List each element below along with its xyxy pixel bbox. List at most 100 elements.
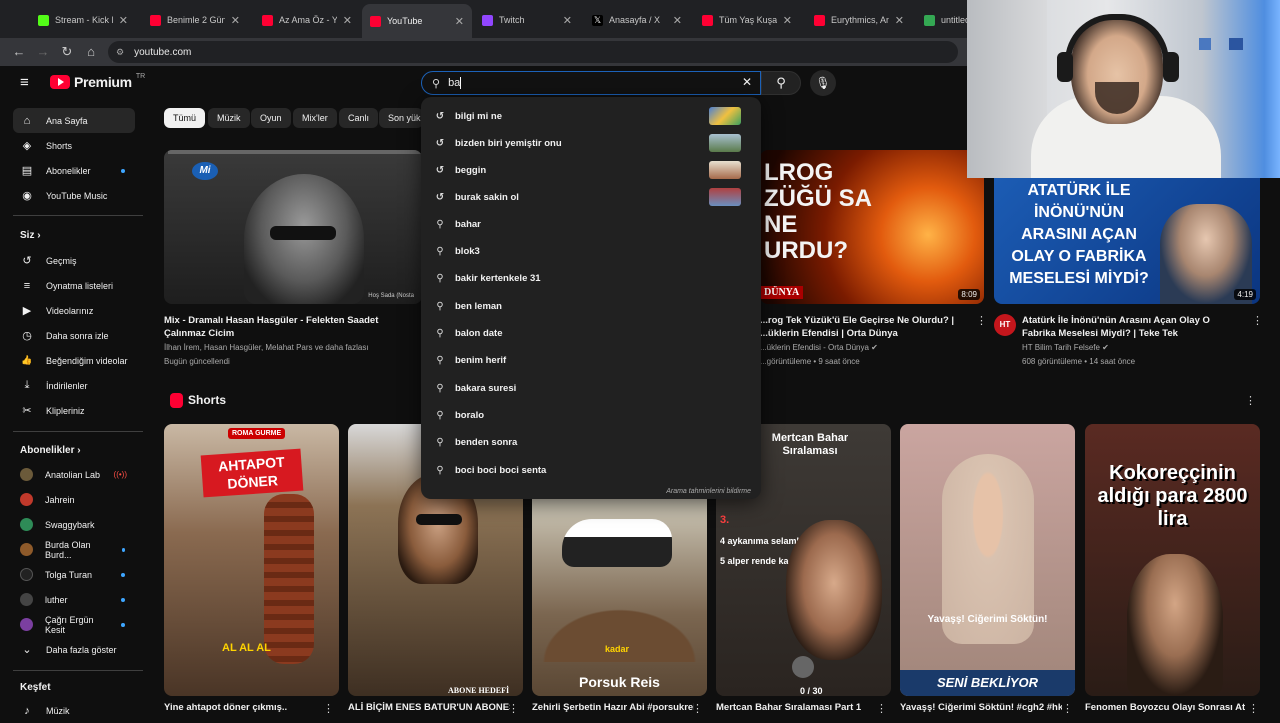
chip-recently-uploaded[interactable]: Son yükle <box>379 108 423 128</box>
suggestion-item[interactable]: ⚲ blok3 <box>421 238 761 265</box>
browser-tab[interactable]: Stream - Kick Dash✕ <box>30 6 136 34</box>
chip-mixes[interactable]: Mix'ler <box>293 108 337 128</box>
browser-tab-active[interactable]: YouTube ✕ <box>362 4 472 38</box>
video-thumbnail[interactable]: Mi Hoş Sada (Nosta <box>164 150 422 304</box>
browser-tab[interactable]: Az Ama Öz - YouT✕ <box>254 6 360 34</box>
more-options-icon[interactable]: ⋮ <box>1062 702 1073 715</box>
sidebar-item-subscriptions[interactable]: ▤ Abonelikler <box>13 158 135 183</box>
short-thumbnail[interactable]: Yavaşş! Ciğerimi Söktün! SENİ BEKLİYOR <box>900 424 1075 696</box>
sidebar-channel[interactable]: Çağrı Ergün Kesit <box>13 612 135 637</box>
short-thumbnail[interactable]: Kokoreççinin aldığı para 2800 lira <box>1085 424 1260 696</box>
more-options-icon[interactable]: ⋮ <box>508 702 519 715</box>
subscriptions-section-header[interactable]: Abonelikler › <box>20 445 81 456</box>
suggestion-item[interactable]: ⚲ boci boci boci senta <box>421 457 761 484</box>
short-title[interactable]: Yavaşş! Ciğerimi Söktün! #cgh2 #hkm #kom… <box>900 702 1062 713</box>
sidebar-item-music[interactable]: ♪ Müzik <box>13 698 135 723</box>
chip-all[interactable]: Tümü <box>164 108 206 128</box>
clear-search-icon[interactable]: ✕ <box>742 75 752 89</box>
sidebar-item-home[interactable]: ⌂ Ana Sayfa <box>13 108 135 133</box>
close-tab-icon[interactable]: ✕ <box>783 14 792 27</box>
sidebar-channel[interactable]: Tolga Turan <box>13 562 135 587</box>
site-info-icon[interactable]: ⚙ <box>116 47 124 58</box>
chip-gaming[interactable]: Oyun <box>251 108 291 128</box>
suggestion-item[interactable]: ⚲ balon date <box>421 320 761 347</box>
sidebar-item-watch-later[interactable]: ◷ Daha sonra izle <box>13 323 135 348</box>
channel-avatar <box>20 568 33 581</box>
browser-tab[interactable]: Benimle 2 Günlük✕ <box>142 6 248 34</box>
close-tab-icon[interactable]: ✕ <box>231 14 240 27</box>
close-tab-icon[interactable]: ✕ <box>673 14 682 27</box>
sidebar-channel[interactable]: luther <box>13 587 135 612</box>
more-options-icon[interactable]: ⋮ <box>876 702 887 715</box>
suggestion-item[interactable]: ↺ bilgi mi ne <box>421 103 761 130</box>
video-title[interactable]: ...rog Tek Yüzük'ü Ele Geçirse Ne Olurdu… <box>760 314 970 340</box>
suggestion-item[interactable]: ⚲ bakir kertenkele 31 <box>421 265 761 292</box>
sidebar-item-your-videos[interactable]: ▶ Videolarınız <box>13 298 135 323</box>
chip-live[interactable]: Canlı <box>339 108 379 128</box>
suggestion-item[interactable]: ⚲ boralo <box>421 402 761 429</box>
video-channel[interactable]: İlhan İrem, Hasan Hasgüler, Melahat Pars… <box>164 341 420 355</box>
sidebar-item-clips[interactable]: ✂ Klipleriniz <box>13 398 135 423</box>
close-tab-icon[interactable]: ✕ <box>895 14 904 27</box>
close-tab-icon[interactable]: ✕ <box>119 14 128 27</box>
browser-tab[interactable]: Tüm Yaş Kuşakları✕ <box>694 6 800 34</box>
home-browser-icon[interactable]: ⌂ <box>82 43 100 61</box>
short-title[interactable]: Fenomen Boyozcu Olayı Sonrası Atabek Değ… <box>1085 702 1245 713</box>
video-title[interactable]: Mix - Dramalı Hasan Hasgüler - Felekten … <box>164 314 420 340</box>
video-thumbnail[interactable]: LROG ZÜĞÜ SA NE URDU? DÜNYA 8:09 <box>760 150 984 304</box>
more-options-icon[interactable]: ⋮ <box>976 314 987 327</box>
report-predictions-link[interactable]: Arama tahminlerini bildirme <box>666 488 751 495</box>
close-tab-icon[interactable]: ✕ <box>563 14 572 27</box>
more-options-icon[interactable]: ⋮ <box>692 702 703 715</box>
sidebar-channel[interactable]: Swaggybark <box>13 512 135 537</box>
video-title[interactable]: Atatürk İle İnönü'nün Arasını Açan Olay … <box>1022 314 1244 340</box>
forward-arrow-icon[interactable]: → <box>34 43 52 61</box>
search-input[interactable]: ⚲ ba ✕ <box>421 71 761 95</box>
suggestion-item[interactable]: ↺ beggin <box>421 157 761 184</box>
suggestion-item[interactable]: ⚲ benim herif <box>421 347 761 374</box>
sidebar-item-youtube-music[interactable]: ◉ YouTube Music <box>13 183 135 208</box>
close-tab-icon[interactable]: ✕ <box>343 14 352 27</box>
reload-icon[interactable]: ↻ <box>58 43 76 61</box>
sidebar-item-liked-videos[interactable]: 👍 Beğendiğim videolar <box>13 348 135 373</box>
short-title[interactable]: ALİ BİÇİM ENES BATUR'UN ABONESİNİ ÇALIYO… <box>348 702 510 713</box>
browser-tab[interactable]: Eurythmics, Annie✕ <box>806 6 912 34</box>
short-title[interactable]: Zehirli Şerbetin Hazır Abi #porsukreis #… <box>532 702 694 713</box>
chip-music[interactable]: Müzik <box>208 108 250 128</box>
hamburger-menu-icon[interactable]: ≡ <box>20 75 29 90</box>
sidebar-item-downloads[interactable]: ⤓ İndirilenler <box>13 373 135 398</box>
voice-search-button[interactable]: 🎙 <box>810 70 836 96</box>
close-tab-icon[interactable]: ✕ <box>455 15 464 28</box>
suggestion-item[interactable]: ⚲ bahar <box>421 211 761 238</box>
sidebar-channel[interactable]: Jahrein <box>13 487 135 512</box>
suggestion-item[interactable]: ⚲ ben leman <box>421 293 761 320</box>
address-bar[interactable]: ⚙ youtube.com <box>108 41 958 63</box>
short-thumbnail[interactable]: ROMA GURME AHTAPOT DÖNER AL AL AL <box>164 424 339 696</box>
browser-tab[interactable]: 𝕏 Anasayfa / X ✕ <box>584 6 690 34</box>
suggestion-item[interactable]: ⚲ bakara suresi <box>421 375 761 402</box>
suggestion-item[interactable]: ↺ bizden biri yemiştir onu <box>421 130 761 157</box>
channel-avatar[interactable]: HT <box>994 314 1016 336</box>
search-button[interactable]: ⚲ <box>761 71 801 95</box>
short-title[interactable]: Mertcan Bahar Sıralaması Part 1 <box>716 702 878 713</box>
more-options-icon[interactable]: ⋮ <box>1245 394 1256 407</box>
suggestion-item[interactable]: ⚲ benden sonra <box>421 429 761 456</box>
sidebar-item-shorts[interactable]: ◈ Shorts <box>13 133 135 158</box>
suggestion-item[interactable]: ↺ burak sakin ol <box>421 184 761 211</box>
show-more-button[interactable]: ⌄ Daha fazla göster <box>13 637 135 662</box>
back-arrow-icon[interactable]: ← <box>10 43 28 61</box>
short-title[interactable]: Yine ahtapot döner çıkmış.. <box>164 702 287 713</box>
search-query[interactable]: ba <box>448 77 460 89</box>
you-section-header[interactable]: Siz › <box>20 230 41 241</box>
video-channel[interactable]: ...üklerin Efendisi - Orta Dünya ✔ <box>760 341 878 355</box>
browser-tab[interactable]: Twitch ✕ <box>474 6 580 34</box>
sidebar-item-playlists[interactable]: ≡ Oynatma listeleri <box>13 273 135 298</box>
more-options-icon[interactable]: ⋮ <box>1252 314 1263 327</box>
more-options-icon[interactable]: ⋮ <box>323 702 334 715</box>
sidebar-item-history[interactable]: ↺ Geçmiş <box>13 248 135 273</box>
more-options-icon[interactable]: ⋮ <box>1248 702 1259 715</box>
youtube-logo[interactable]: Premium TR <box>50 73 145 90</box>
sidebar-channel[interactable]: Anatolian Lab ((•)) <box>13 462 135 487</box>
video-channel[interactable]: HT Bilim Tarih Felsefe ✔ <box>1022 341 1109 355</box>
sidebar-channel[interactable]: Burda Olan Burd... <box>13 537 135 562</box>
